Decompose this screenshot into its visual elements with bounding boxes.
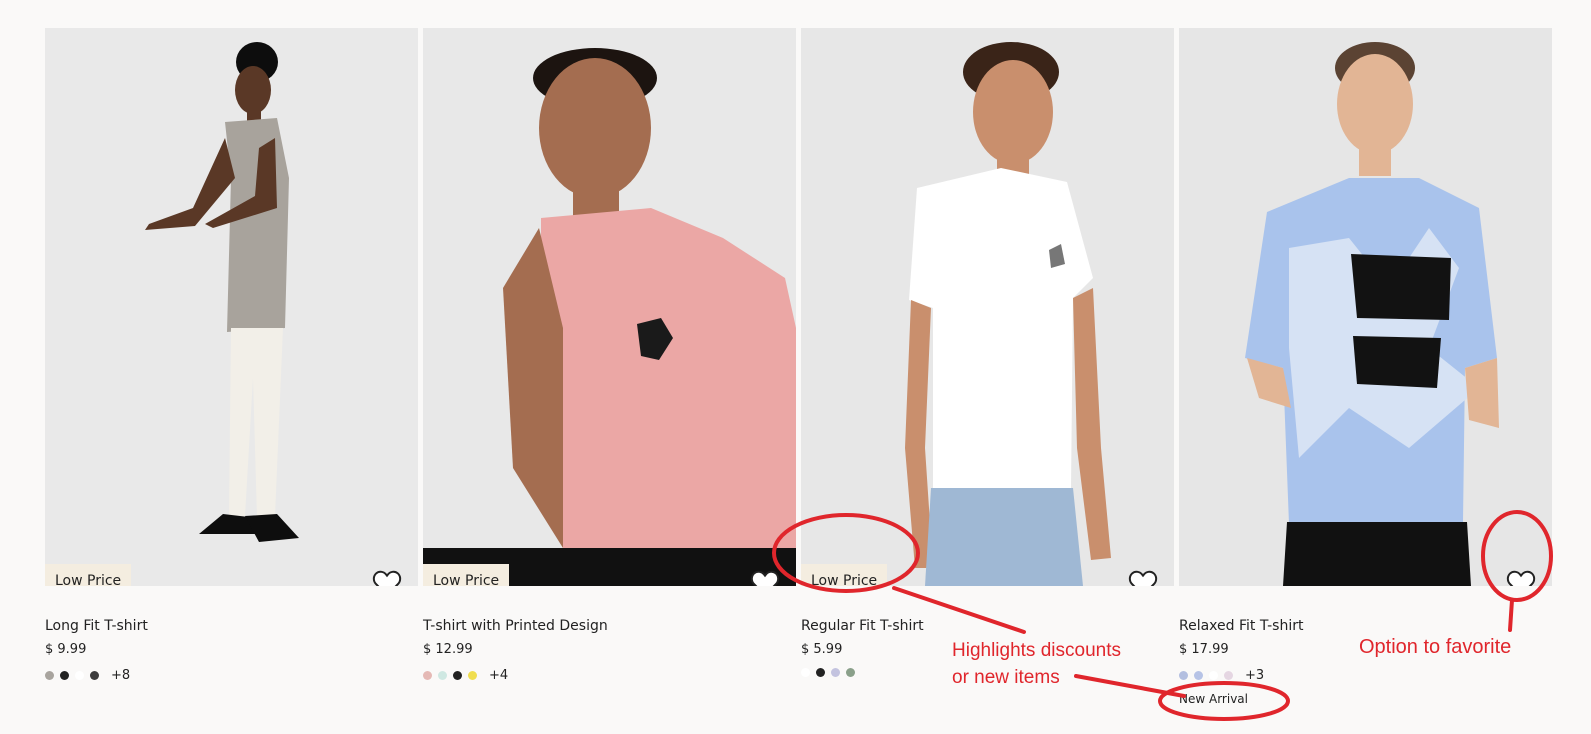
color-swatch[interactable] [1209, 671, 1218, 680]
product-name[interactable]: Long Fit T-shirt [45, 618, 148, 634]
color-swatches [801, 668, 855, 677]
color-swatch[interactable] [1194, 671, 1203, 680]
product-photo[interactable] [1179, 28, 1552, 586]
favorite-heart-icon[interactable] [1126, 566, 1160, 586]
color-swatch[interactable] [438, 671, 447, 680]
annotation-arrow-line-favorite [1508, 598, 1514, 632]
product-card[interactable]: Low Price T-shirt with Printed Design $ … [423, 28, 796, 683]
color-swatch[interactable] [816, 668, 825, 677]
product-photo[interactable]: Low Price [45, 28, 418, 586]
low-price-badge: Low Price [801, 564, 888, 586]
product-price: $ 12.99 [423, 642, 473, 657]
more-colors-count[interactable]: +3 [1245, 668, 1264, 683]
annotation-arrow-line-new [1074, 674, 1186, 698]
favorite-heart-icon[interactable] [370, 566, 404, 586]
annotation-favorite-label: Option to favorite [1359, 636, 1512, 658]
color-swatch[interactable] [1179, 671, 1188, 680]
color-swatch[interactable] [846, 668, 855, 677]
product-price: $ 9.99 [45, 642, 87, 657]
low-price-badge: Low Price [45, 564, 132, 586]
favorite-heart-icon[interactable] [748, 566, 782, 586]
new-arrival-tag: New Arrival [1179, 692, 1248, 706]
product-card[interactable]: Low Price Long Fit T-shirt $ 9.99 +8 [45, 28, 418, 683]
product-price: $ 5.99 [801, 642, 843, 657]
color-swatch[interactable] [468, 671, 477, 680]
product-price: $ 17.99 [1179, 642, 1229, 657]
favorite-heart-icon[interactable] [1504, 566, 1538, 586]
product-name[interactable]: Relaxed Fit T-shirt [1179, 618, 1303, 634]
color-swatch[interactable] [60, 671, 69, 680]
more-colors-count[interactable]: +4 [489, 668, 508, 683]
color-swatch[interactable] [1224, 671, 1233, 680]
product-name[interactable]: T-shirt with Printed Design [423, 618, 608, 634]
color-swatch[interactable] [831, 668, 840, 677]
annotation-highlights-line-2: or new items [952, 667, 1060, 688]
product-photo[interactable]: Low Price [801, 28, 1174, 586]
product-photo[interactable]: Low Price [423, 28, 796, 586]
model-photo-long-fit [45, 28, 418, 586]
model-photo-printed-design [423, 28, 796, 586]
product-card[interactable]: Relaxed Fit T-shirt $ 17.99 +3 New Arriv… [1179, 28, 1552, 706]
annotation-highlights-line-1: Highlights discounts [952, 640, 1121, 661]
product-card[interactable]: Low Price Regular Fit T-shirt $ 5.99 [801, 28, 1174, 677]
model-photo-regular-fit [801, 28, 1174, 586]
color-swatch[interactable] [75, 671, 84, 680]
color-swatches: +3 [1179, 668, 1264, 683]
color-swatch[interactable] [45, 671, 54, 680]
low-price-badge: Low Price [423, 564, 510, 586]
model-photo-relaxed-fit [1179, 28, 1552, 586]
color-swatches: +4 [423, 668, 508, 683]
color-swatch[interactable] [801, 668, 810, 677]
color-swatch[interactable] [90, 671, 99, 680]
product-name[interactable]: Regular Fit T-shirt [801, 618, 924, 634]
color-swatches: +8 [45, 668, 130, 683]
more-colors-count[interactable]: +8 [111, 668, 130, 683]
color-swatch[interactable] [423, 671, 432, 680]
color-swatch[interactable] [453, 671, 462, 680]
